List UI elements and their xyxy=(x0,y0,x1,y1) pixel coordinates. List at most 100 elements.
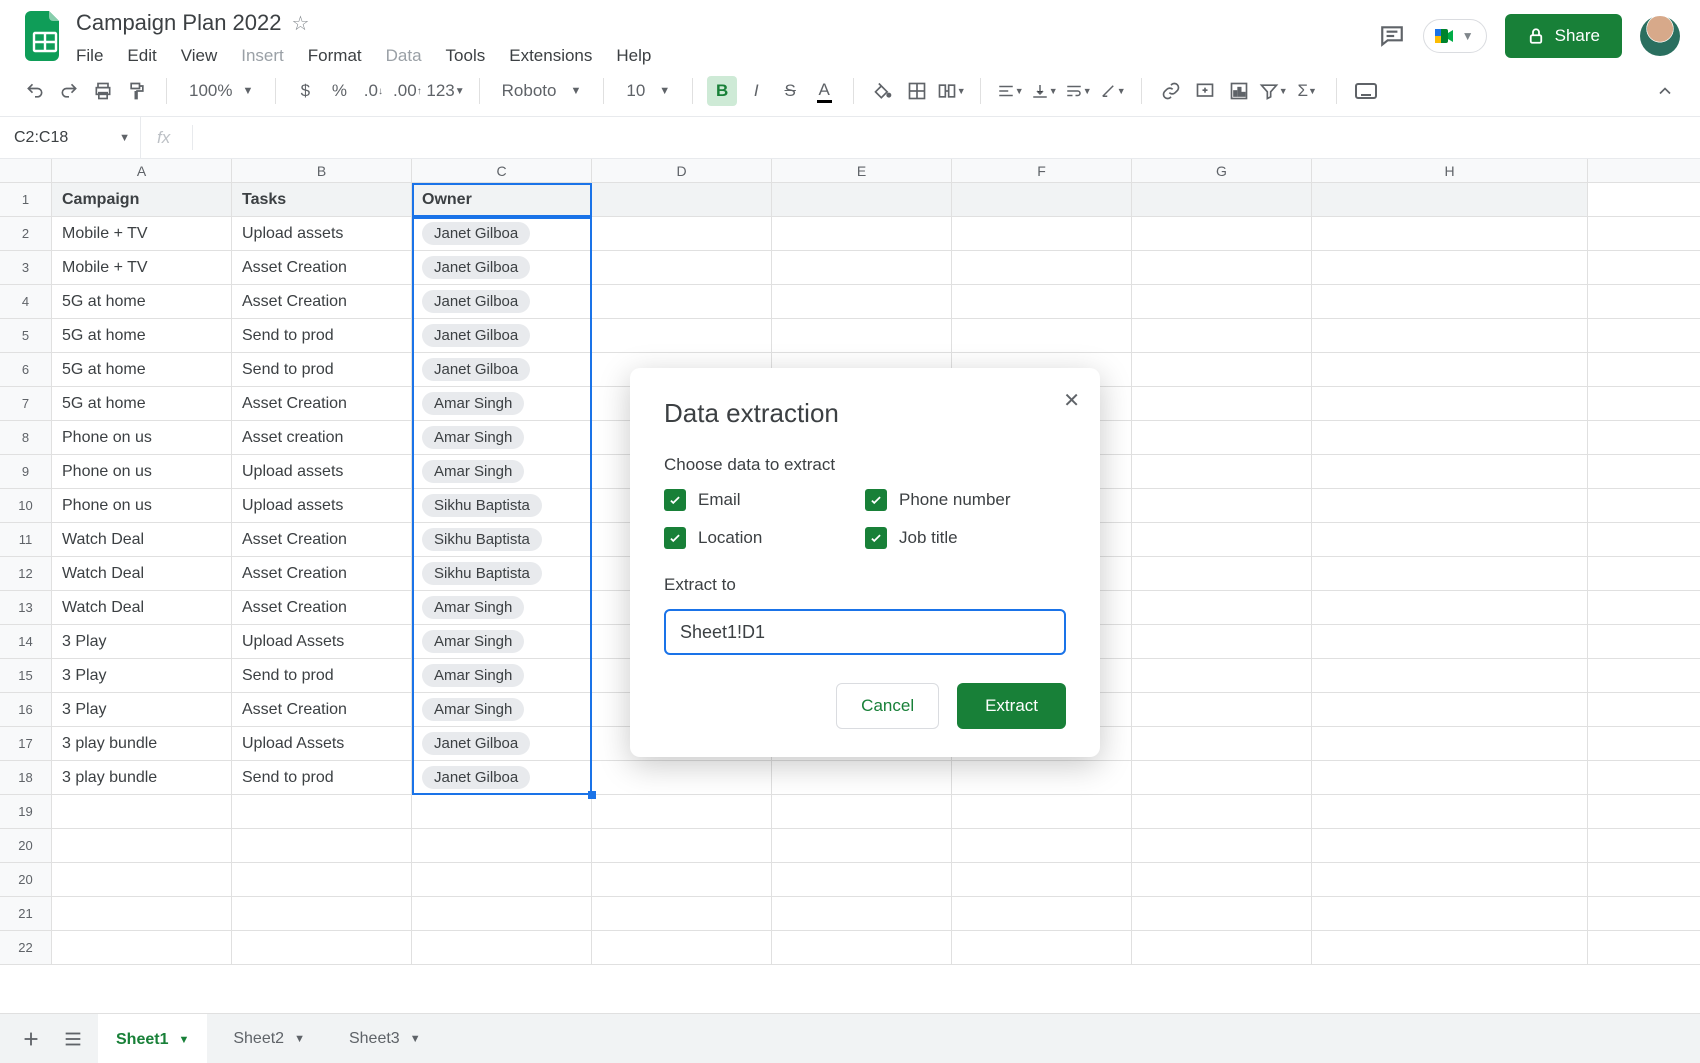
menu-file[interactable]: File xyxy=(76,46,103,66)
sheets-logo-icon[interactable] xyxy=(20,8,70,64)
redo-icon[interactable] xyxy=(54,76,84,106)
cell-E21[interactable] xyxy=(772,897,952,930)
font-size-select[interactable]: 10▼ xyxy=(618,81,678,101)
cell-H17[interactable] xyxy=(1312,727,1588,760)
col-head-A[interactable]: A xyxy=(52,159,232,182)
cell-C20[interactable] xyxy=(412,829,592,862)
zoom-select[interactable]: 100%▼ xyxy=(181,81,261,101)
cell-A2[interactable]: Mobile + TV xyxy=(52,217,232,250)
cell-B15[interactable]: Send to prod xyxy=(232,659,412,692)
star-icon[interactable]: ☆ xyxy=(291,11,309,36)
cell-A15[interactable]: 3 Play xyxy=(52,659,232,692)
cell-C16[interactable]: Amar Singh xyxy=(412,693,592,726)
people-chip[interactable]: Sikhu Baptista xyxy=(422,562,542,585)
cell-F4[interactable] xyxy=(952,285,1132,318)
cell-G7[interactable] xyxy=(1132,387,1312,420)
cell-C13[interactable]: Amar Singh xyxy=(412,591,592,624)
cell-A14[interactable]: 3 Play xyxy=(52,625,232,658)
all-sheets-icon[interactable] xyxy=(56,1022,90,1056)
cell-E18[interactable] xyxy=(772,761,952,794)
cell-H11[interactable] xyxy=(1312,523,1588,556)
wrap-icon[interactable]: ▼ xyxy=(1063,76,1093,106)
row-head[interactable]: 13 xyxy=(0,591,52,624)
cell-H3[interactable] xyxy=(1312,251,1588,284)
name-box[interactable]: C2:C18 ▼ xyxy=(0,129,140,147)
cell-E1[interactable] xyxy=(772,183,952,216)
row-head[interactable]: 2 xyxy=(0,217,52,250)
cell-A22[interactable] xyxy=(52,931,232,964)
cell-H4[interactable] xyxy=(1312,285,1588,318)
people-chip[interactable]: Amar Singh xyxy=(422,664,524,687)
cell-B20[interactable] xyxy=(232,863,412,896)
print-icon[interactable] xyxy=(88,76,118,106)
cell-C17[interactable]: Janet Gilboa xyxy=(412,727,592,760)
cell-G1[interactable] xyxy=(1132,183,1312,216)
cell-B22[interactable] xyxy=(232,931,412,964)
cell-D2[interactable] xyxy=(592,217,772,250)
cell-G11[interactable] xyxy=(1132,523,1312,556)
cell-C15[interactable]: Amar Singh xyxy=(412,659,592,692)
cell-E20[interactable] xyxy=(772,863,952,896)
cell-C14[interactable]: Amar Singh xyxy=(412,625,592,658)
filter-icon[interactable]: ▼ xyxy=(1258,76,1288,106)
cell-G12[interactable] xyxy=(1132,557,1312,590)
cell-A6[interactable]: 5G at home xyxy=(52,353,232,386)
cell-H5[interactable] xyxy=(1312,319,1588,352)
cell-F22[interactable] xyxy=(952,931,1132,964)
cell-E19[interactable] xyxy=(772,795,952,828)
cell-H12[interactable] xyxy=(1312,557,1588,590)
row-head[interactable]: 5 xyxy=(0,319,52,352)
cell-D20[interactable] xyxy=(592,863,772,896)
cell-G4[interactable] xyxy=(1132,285,1312,318)
row-head[interactable]: 15 xyxy=(0,659,52,692)
row-head[interactable]: 22 xyxy=(0,931,52,964)
h-align-icon[interactable]: ▼ xyxy=(995,76,1025,106)
add-sheet-icon[interactable] xyxy=(14,1022,48,1056)
account-avatar[interactable] xyxy=(1640,16,1680,56)
cell-G21[interactable] xyxy=(1132,897,1312,930)
cell-H19[interactable] xyxy=(1312,795,1588,828)
select-all-corner[interactable] xyxy=(0,159,52,182)
row-head[interactable]: 12 xyxy=(0,557,52,590)
people-chip[interactable]: Amar Singh xyxy=(422,630,524,653)
cell-A20[interactable] xyxy=(52,829,232,862)
cell-A10[interactable]: Phone on us xyxy=(52,489,232,522)
cell-A1[interactable]: Campaign xyxy=(52,183,232,216)
cell-F19[interactable] xyxy=(952,795,1132,828)
menu-data[interactable]: Data xyxy=(386,46,422,66)
cell-B20[interactable] xyxy=(232,829,412,862)
cell-H9[interactable] xyxy=(1312,455,1588,488)
v-align-icon[interactable]: ▼ xyxy=(1029,76,1059,106)
cell-B2[interactable]: Upload assets xyxy=(232,217,412,250)
cell-G9[interactable] xyxy=(1132,455,1312,488)
link-icon[interactable] xyxy=(1156,76,1186,106)
cell-C1[interactable]: Owner xyxy=(412,183,592,216)
people-chip[interactable]: Amar Singh xyxy=(422,392,524,415)
cancel-button[interactable]: Cancel xyxy=(836,683,939,729)
cell-B9[interactable]: Upload assets xyxy=(232,455,412,488)
cell-H20[interactable] xyxy=(1312,863,1588,896)
cell-A16[interactable]: 3 Play xyxy=(52,693,232,726)
strikethrough-button[interactable]: S xyxy=(775,76,805,106)
cell-G10[interactable] xyxy=(1132,489,1312,522)
cell-H20[interactable] xyxy=(1312,829,1588,862)
cell-F5[interactable] xyxy=(952,319,1132,352)
checkbox-location[interactable]: Location xyxy=(664,527,865,549)
people-chip[interactable]: Janet Gilboa xyxy=(422,358,530,381)
paint-format-icon[interactable] xyxy=(122,76,152,106)
cell-F20[interactable] xyxy=(952,863,1132,896)
cell-F18[interactable] xyxy=(952,761,1132,794)
cell-H7[interactable] xyxy=(1312,387,1588,420)
row-head[interactable]: 19 xyxy=(0,795,52,828)
cell-H15[interactable] xyxy=(1312,659,1588,692)
cell-A18[interactable]: 3 play bundle xyxy=(52,761,232,794)
cell-D1[interactable] xyxy=(592,183,772,216)
row-head[interactable]: 1 xyxy=(0,183,52,216)
cell-G2[interactable] xyxy=(1132,217,1312,250)
people-chip[interactable]: Sikhu Baptista xyxy=(422,494,542,517)
cell-G20[interactable] xyxy=(1132,863,1312,896)
cell-C20[interactable] xyxy=(412,863,592,896)
cell-H10[interactable] xyxy=(1312,489,1588,522)
col-head-G[interactable]: G xyxy=(1132,159,1312,182)
cell-C10[interactable]: Sikhu Baptista xyxy=(412,489,592,522)
